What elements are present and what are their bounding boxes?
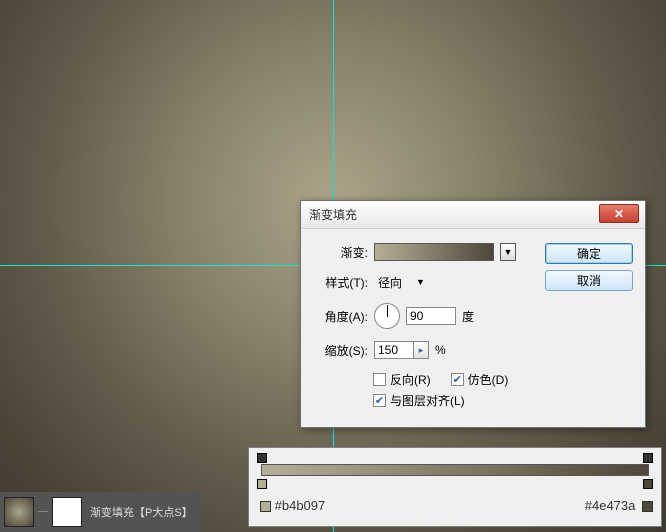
- percent-unit: %: [435, 343, 446, 357]
- style-label: 样式(T):: [313, 274, 368, 291]
- gradient-label: 渐变:: [313, 244, 368, 261]
- mask-thumbnail[interactable]: [52, 497, 82, 527]
- reverse-checkbox[interactable]: [373, 373, 386, 386]
- gradient-track[interactable]: [261, 464, 649, 476]
- degree-unit: 度: [462, 308, 474, 325]
- right-hex-label: #4e473a: [585, 498, 636, 513]
- close-icon: ✕: [614, 207, 624, 221]
- style-select[interactable]: 径向 ▼: [374, 273, 429, 291]
- scale-label: 缩放(S):: [313, 342, 368, 359]
- chevron-down-icon: ▼: [416, 277, 425, 287]
- close-button[interactable]: ✕: [599, 204, 639, 223]
- dither-checkbox[interactable]: [451, 373, 464, 386]
- angle-dial[interactable]: [374, 303, 400, 329]
- layer-thumbnail[interactable]: [4, 497, 34, 527]
- link-icon: 𝄖: [38, 505, 48, 520]
- opacity-stop-right[interactable]: [643, 453, 653, 463]
- color-stop-right[interactable]: [643, 479, 653, 489]
- gradient-dropdown-arrow[interactable]: ▼: [500, 243, 516, 261]
- scale-input[interactable]: [374, 341, 414, 359]
- gradient-preview[interactable]: [374, 243, 494, 261]
- angle-label: 角度(A):: [313, 308, 368, 325]
- right-stop-chip: [642, 501, 653, 512]
- dither-label: 仿色(D): [468, 371, 509, 388]
- reverse-label: 反向(R): [390, 371, 431, 388]
- color-stop-left[interactable]: [257, 479, 267, 489]
- align-checkbox[interactable]: [373, 394, 386, 407]
- layer-name[interactable]: 渐变填充【P大点S】: [90, 504, 193, 520]
- dialog-titlebar[interactable]: 渐变填充 ✕: [301, 201, 645, 229]
- cancel-button[interactable]: 取消: [545, 270, 633, 291]
- opacity-stop-left[interactable]: [257, 453, 267, 463]
- gradient-fill-dialog: 渐变填充 ✕ 渐变: ▼ 样式(T): 径向 ▼ 角度(A): 度: [300, 200, 646, 428]
- angle-input[interactable]: [406, 307, 456, 325]
- dialog-title: 渐变填充: [309, 206, 357, 223]
- layers-panel-row[interactable]: 𝄖 渐变填充【P大点S】: [0, 492, 200, 532]
- scale-stepper[interactable]: ▸: [414, 341, 429, 359]
- left-hex-label: #b4b097: [275, 498, 326, 513]
- align-label: 与图层对齐(L): [390, 392, 465, 409]
- gradient-editor: #b4b097 #4e473a: [248, 447, 662, 527]
- style-value: 径向: [378, 274, 402, 291]
- left-stop-chip: [260, 501, 271, 512]
- ok-button[interactable]: 确定: [545, 243, 633, 264]
